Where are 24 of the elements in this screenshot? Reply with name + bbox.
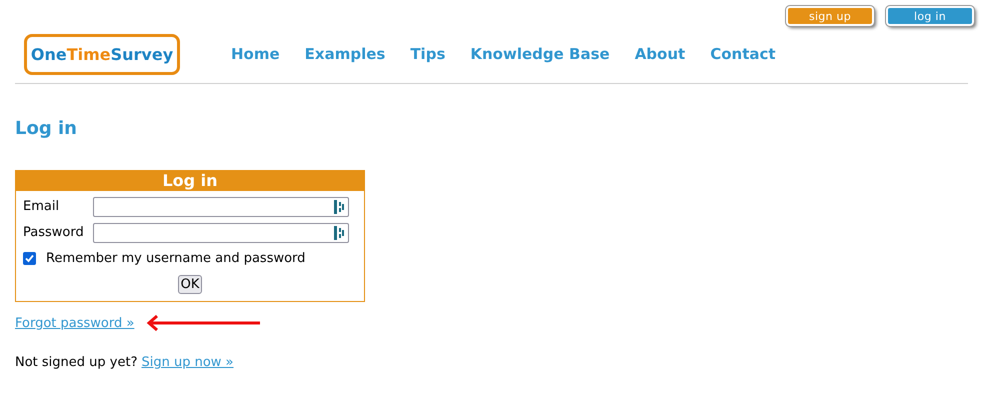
field-label: Email bbox=[23, 198, 60, 216]
text-field[interactable] bbox=[93, 223, 349, 243]
panel-title: Log in bbox=[16, 171, 364, 191]
arrow-icon bbox=[146, 314, 262, 332]
ok-button[interactable]: OK bbox=[178, 274, 202, 294]
password-manager-icon[interactable] bbox=[334, 226, 344, 240]
nav-link[interactable]: Knowledge Base bbox=[470, 43, 610, 66]
sign-up-link[interactable]: Sign up now » bbox=[141, 353, 234, 372]
sign-up-button[interactable]: sign up bbox=[786, 6, 874, 26]
checkbox[interactable] bbox=[23, 252, 36, 266]
log-in-button[interactable]: log in bbox=[886, 6, 974, 26]
forgot-password-link[interactable]: Forgot password » bbox=[15, 314, 134, 333]
checkbox-label: Remember my username and password bbox=[46, 250, 306, 268]
nav-link[interactable]: Contact bbox=[710, 43, 776, 66]
field-label: Password bbox=[23, 224, 85, 242]
logo[interactable]: OneTimeSurvey bbox=[24, 34, 180, 75]
nav-link[interactable]: About bbox=[634, 43, 686, 66]
nav-link[interactable]: Home bbox=[231, 43, 280, 66]
text-field[interactable] bbox=[93, 197, 349, 217]
password-manager-icon[interactable] bbox=[334, 200, 344, 214]
signup-prompt: Not signed up yet? bbox=[15, 354, 138, 372]
nav-link[interactable]: Tips bbox=[410, 43, 446, 66]
page-title: Log in bbox=[15, 117, 78, 141]
nav-link[interactable]: Examples bbox=[304, 43, 386, 66]
